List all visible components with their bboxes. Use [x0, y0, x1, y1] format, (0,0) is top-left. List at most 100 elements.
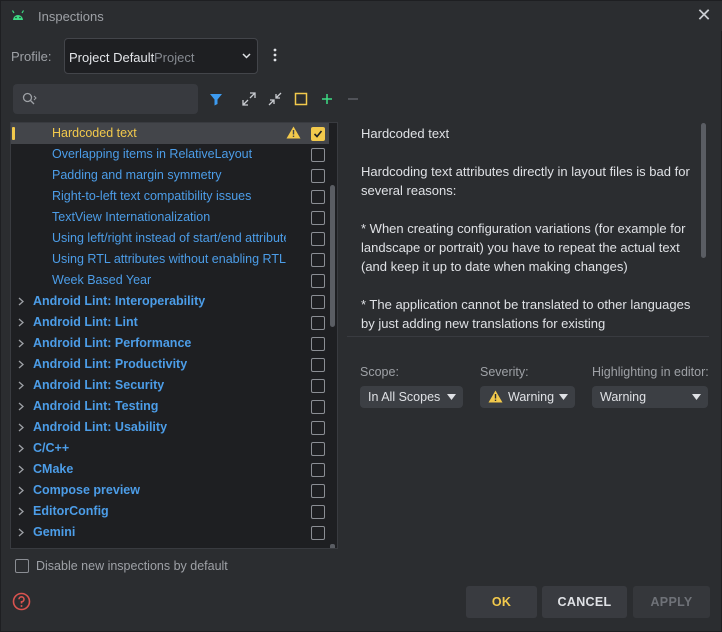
more-options-icon[interactable] — [269, 47, 281, 63]
collapse-all-icon[interactable] — [267, 91, 283, 107]
inspection-checkbox[interactable] — [311, 505, 325, 519]
caret-down-icon — [692, 394, 701, 400]
tree-group-row[interactable]: Android Lint: Security — [11, 375, 329, 396]
tree-scrollbar-end — [330, 544, 335, 548]
inspection-checkbox[interactable] — [311, 358, 325, 372]
expand-all-icon[interactable] — [241, 91, 257, 107]
chevron-right-icon[interactable] — [18, 528, 24, 537]
tree-inspection-row[interactable]: TextView Internationalization — [11, 207, 329, 228]
highlighting-dropdown[interactable]: Warning — [592, 386, 708, 408]
tree-row-label: TextView Internationalization — [52, 210, 211, 224]
reset-square-icon[interactable] — [293, 91, 309, 107]
chevron-right-icon[interactable] — [18, 297, 24, 306]
inspection-checkbox[interactable] — [311, 211, 325, 225]
inspection-checkbox[interactable] — [311, 127, 325, 141]
caret-down-icon — [447, 394, 456, 400]
tree-group-row[interactable]: Android Lint: Testing — [11, 396, 329, 417]
chevron-right-icon[interactable] — [18, 465, 24, 474]
inspection-checkbox[interactable] — [311, 526, 325, 540]
tree-group-row[interactable]: Compose preview — [11, 480, 329, 501]
profile-value: Project Default — [69, 50, 155, 65]
chevron-right-icon[interactable] — [18, 339, 24, 348]
tree-row-label: Hardcoded text — [52, 126, 137, 140]
highlighting-value: Warning — [600, 390, 647, 404]
ok-button[interactable]: OK — [466, 586, 537, 618]
inspection-checkbox[interactable] — [311, 316, 325, 330]
inspection-checkbox[interactable] — [311, 169, 325, 183]
chevron-right-icon[interactable] — [18, 318, 24, 327]
severity-dropdown[interactable]: Warning — [480, 386, 575, 408]
scope-label: Scope: — [360, 365, 399, 379]
tree-row-label: Using RTL attributes without enabling RT… — [52, 252, 286, 266]
inspection-checkbox[interactable] — [311, 337, 325, 351]
warning-icon — [286, 126, 301, 139]
apply-button[interactable]: APPLY — [633, 586, 710, 618]
search-input[interactable] — [43, 89, 193, 109]
tree-row-label: Android Lint: Interoperability — [33, 294, 206, 308]
search-box[interactable] — [13, 84, 198, 114]
inspections-dialog: Inspections ✕ Profile: Project Default P… — [0, 0, 722, 632]
tree-group-row[interactable]: EditorConfig — [11, 501, 329, 522]
close-icon[interactable]: ✕ — [695, 6, 713, 24]
severity-value: Warning — [508, 390, 555, 404]
inspection-checkbox[interactable] — [311, 190, 325, 204]
tree-scrollbar[interactable] — [330, 185, 335, 327]
profile-dropdown[interactable]: Project Default Project — [64, 38, 258, 74]
inspection-description: Hardcoded text Hardcoding text attribute… — [361, 124, 697, 334]
inspection-checkbox[interactable] — [311, 295, 325, 309]
tree-inspection-row[interactable]: Right-to-left text compatibility issues — [11, 186, 329, 207]
help-icon[interactable] — [12, 592, 31, 611]
filter-icon[interactable] — [208, 91, 224, 107]
inspection-checkbox[interactable] — [311, 421, 325, 435]
tree-inspection-row[interactable]: Padding and margin symmetry — [11, 165, 329, 186]
chevron-right-icon[interactable] — [18, 402, 24, 411]
inspection-checkbox[interactable] — [311, 484, 325, 498]
tree-inspection-row[interactable]: Hardcoded text — [11, 123, 329, 144]
chevron-down-icon — [242, 53, 251, 59]
description-title: Hardcoded text — [361, 126, 450, 141]
window-title: Inspections — [38, 9, 104, 24]
search-icon — [22, 92, 37, 105]
tree-inspection-row[interactable]: Using RTL attributes without enabling RT… — [11, 249, 329, 270]
chevron-right-icon[interactable] — [18, 444, 24, 453]
tree-row-label: Week Based Year — [52, 273, 152, 287]
tree-row-label: EditorConfig — [33, 504, 109, 518]
tree-inspection-row[interactable]: Using left/right instead of start/end at… — [11, 228, 329, 249]
inspections-tree[interactable]: Gemini EditorConfig Compose preview CMake C/… — [10, 122, 338, 549]
tree-group-row[interactable]: Android Lint: Productivity — [11, 354, 329, 375]
description-paragraph: * The application cannot be translated t… — [361, 297, 691, 331]
chevron-right-icon[interactable] — [18, 360, 24, 369]
disable-new-inspections-checkbox[interactable] — [15, 559, 29, 573]
tree-group-row[interactable]: Android Lint: Usability — [11, 417, 329, 438]
chevron-right-icon[interactable] — [18, 486, 24, 495]
inspection-checkbox[interactable] — [311, 274, 325, 288]
description-scrollbar[interactable] — [701, 123, 706, 258]
profile-scope: Project — [154, 50, 195, 65]
chevron-right-icon[interactable] — [18, 423, 24, 432]
tree-inspection-row[interactable]: Week Based Year — [11, 270, 329, 291]
disable-new-inspections-label: Disable new inspections by default — [36, 559, 228, 573]
scope-dropdown[interactable]: In All Scopes — [360, 386, 463, 408]
add-icon[interactable] — [319, 91, 335, 107]
inspection-checkbox[interactable] — [311, 253, 325, 267]
inspection-checkbox[interactable] — [311, 463, 325, 477]
tree-group-row[interactable]: Android Lint: Performance — [11, 333, 329, 354]
tree-group-row[interactable]: Android Lint: Lint — [11, 312, 329, 333]
remove-icon[interactable] — [345, 91, 361, 107]
highlighting-label: Highlighting in editor: — [592, 365, 709, 379]
cancel-button[interactable]: CANCEL — [542, 586, 627, 618]
inspection-checkbox[interactable] — [311, 442, 325, 456]
chevron-right-icon[interactable] — [18, 507, 24, 516]
inspection-checkbox[interactable] — [311, 400, 325, 414]
inspection-checkbox[interactable] — [311, 379, 325, 393]
inspection-checkbox[interactable] — [311, 232, 325, 246]
tree-inspection-row[interactable]: Overlapping items in RelativeLayout — [11, 144, 329, 165]
chevron-right-icon[interactable] — [18, 381, 24, 390]
tree-row-label: Gemini — [33, 525, 76, 539]
tree-group-row[interactable]: CMake — [11, 459, 329, 480]
inspection-checkbox[interactable] — [311, 148, 325, 162]
title-bar: Inspections ✕ — [1, 1, 722, 31]
tree-group-row[interactable]: Android Lint: Interoperability — [11, 291, 329, 312]
tree-group-row[interactable]: C/C++ — [11, 438, 329, 459]
tree-group-row[interactable]: Gemini — [11, 522, 329, 543]
